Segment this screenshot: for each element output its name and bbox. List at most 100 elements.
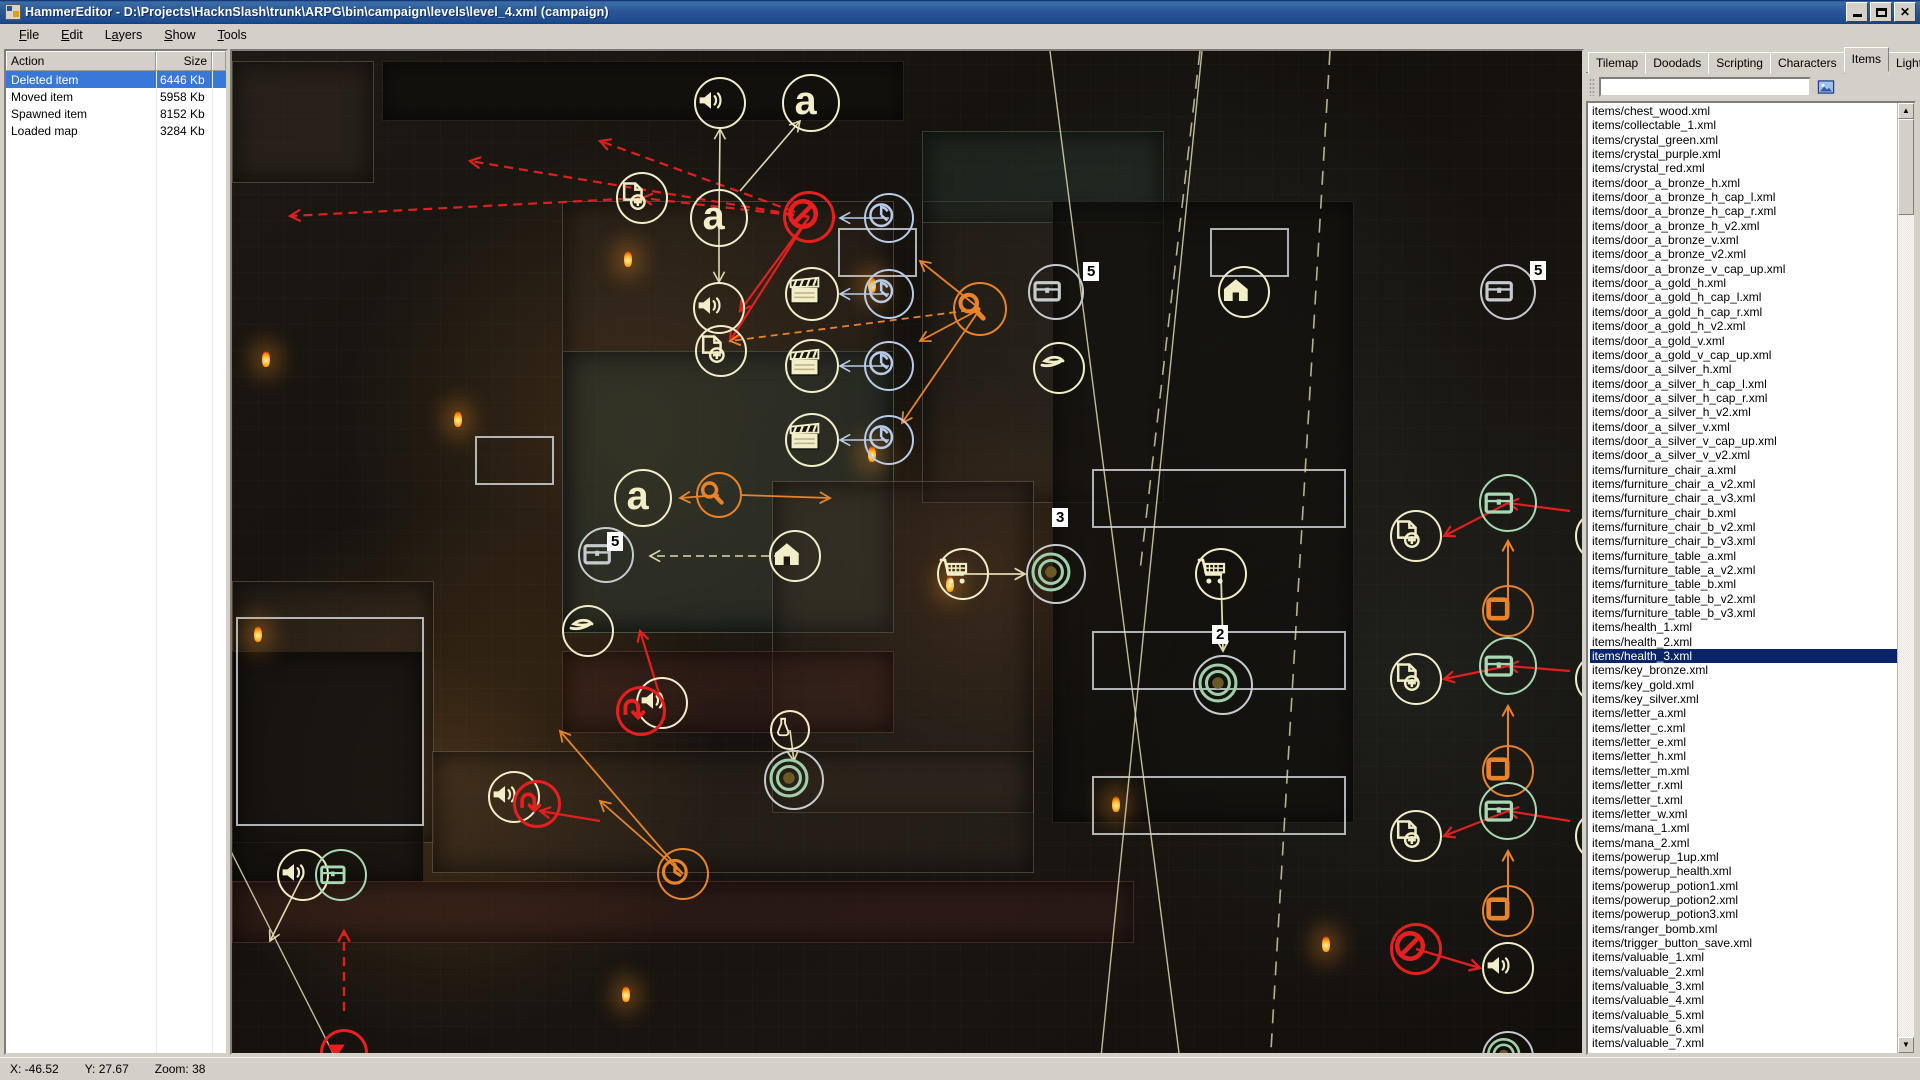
asset-list-item[interactable]: items/door_a_bronze_v2.xml (1590, 247, 1897, 261)
map-node-home[interactable] (769, 530, 821, 582)
asset-list-item[interactable]: items/letter_r.xml (1590, 778, 1897, 792)
column-header-size[interactable]: Size (156, 51, 212, 70)
asset-list-item[interactable]: items/door_a_gold_v.xml (1590, 334, 1897, 348)
asset-list-item[interactable]: items/door_a_gold_v_cap_up.xml (1590, 348, 1897, 362)
asset-list-item[interactable]: items/door_a_gold_h_v2.xml (1590, 319, 1897, 333)
map-node-chest[interactable] (315, 849, 367, 901)
map-node-clapperboard[interactable] (785, 413, 839, 467)
level-editor-viewport[interactable]: a a a 3 2 5 5 5 (230, 49, 1584, 1055)
tab-characters[interactable]: Characters (1769, 52, 1845, 74)
history-row[interactable]: Spawned item 8152 Kb (6, 105, 226, 122)
asset-list-item[interactable]: items/valuable_2.xml (1590, 965, 1897, 979)
toolbar-grip[interactable] (1589, 78, 1595, 96)
asset-list-item[interactable]: items/letter_c.xml (1590, 721, 1897, 735)
map-node-magnifier[interactable] (953, 282, 1007, 336)
map-node-timer[interactable] (864, 269, 914, 319)
asset-list-item[interactable]: items/door_a_silver_v_cap_up.xml (1590, 434, 1897, 448)
tab-lighting[interactable]: Lighting (1888, 52, 1920, 74)
asset-list-item[interactable]: items/health_3.xml (1590, 649, 1897, 664)
asset-list-item[interactable]: items/valuable_7.xml (1590, 1036, 1897, 1050)
map-node-document-add[interactable] (1390, 810, 1442, 862)
asset-list-item[interactable]: items/valuable_3.xml (1590, 979, 1897, 993)
tab-scripting[interactable]: Scripting (1708, 52, 1771, 74)
asset-list-item[interactable]: items/health_1.xml (1590, 620, 1897, 634)
asset-list-item[interactable]: items/letter_t.xml (1590, 793, 1897, 807)
asset-list-item[interactable]: items/valuable_4.xml (1590, 993, 1897, 1007)
map-node-timer[interactable] (864, 193, 914, 243)
asset-list-item[interactable]: items/mana_1.xml (1590, 821, 1897, 835)
asset-list-item[interactable]: items/furniture_table_a_v2.xml (1590, 563, 1897, 577)
asset-list-item[interactable]: items/crystal_red.xml (1590, 161, 1897, 175)
asset-list-item[interactable]: items/key_silver.xml (1590, 692, 1897, 706)
map-node-prohibition[interactable] (783, 191, 835, 243)
map-node-chest[interactable] (1479, 474, 1537, 532)
map-node-letter-a[interactable]: a (690, 189, 748, 247)
tab-items[interactable]: Items (1843, 47, 1889, 72)
asset-list-item[interactable]: items/door_a_bronze_h_cap_l.xml (1590, 190, 1897, 204)
history-row[interactable]: Loaded map 3284 Kb (6, 122, 226, 139)
asset-list-item[interactable]: items/letter_h.xml (1590, 749, 1897, 763)
asset-list-item[interactable]: items/letter_m.xml (1590, 764, 1897, 778)
asset-list-item[interactable]: items/door_a_gold_h_cap_r.xml (1590, 305, 1897, 319)
map-node-chest[interactable] (1480, 264, 1536, 320)
map-node-speaker[interactable] (694, 77, 746, 129)
minimize-button[interactable] (1846, 2, 1868, 22)
asset-list-item[interactable]: items/furniture_chair_b_v3.xml (1590, 534, 1897, 548)
map-node-clapperboard[interactable] (785, 267, 839, 321)
asset-list-item[interactable]: items/powerup_potion2.xml (1590, 893, 1897, 907)
asset-list-item[interactable]: items/powerup_health.xml (1590, 864, 1897, 878)
map-node-document-add[interactable] (1390, 510, 1442, 562)
map-node-potion[interactable] (770, 710, 810, 750)
map-node-swipe[interactable] (562, 605, 614, 657)
map-node-timer[interactable] (864, 341, 914, 391)
asset-list-item[interactable]: items/door_a_silver_h_v2.xml (1590, 405, 1897, 419)
map-node-document-add[interactable] (695, 325, 747, 377)
asset-list-item[interactable]: items/powerup_1up.xml (1590, 850, 1897, 864)
column-header-action[interactable]: Action (6, 51, 156, 70)
asset-list-item[interactable]: items/door_a_silver_v.xml (1590, 420, 1897, 434)
asset-list-item[interactable]: items/door_a_silver_v_v2.xml (1590, 448, 1897, 462)
map-node-square[interactable] (1482, 585, 1534, 637)
asset-list[interactable]: items/chest_wood.xml items/collectable_1.… (1588, 103, 1897, 1053)
asset-list-item[interactable]: items/door_a_gold_h_cap_l.xml (1590, 290, 1897, 304)
scroll-up-button[interactable]: ▲ (1898, 103, 1914, 119)
map-node-document-add[interactable] (1390, 653, 1442, 705)
asset-tabs[interactable]: Tilemap Doodads Scripting Characters Items Li… (1586, 47, 1920, 74)
asset-list-item[interactable]: items/furniture_table_b_v3.xml (1590, 606, 1897, 620)
search-input[interactable] (1601, 80, 1809, 96)
history-row[interactable]: Moved item 5958 Kb (6, 88, 226, 105)
asset-list-scrollbar[interactable]: ▲ ▼ (1897, 103, 1914, 1053)
asset-list-item[interactable]: items/letter_e.xml (1590, 735, 1897, 749)
map-node-uturn[interactable] (616, 686, 666, 736)
selection-rectangle[interactable] (236, 617, 424, 826)
asset-list-item[interactable]: items/furniture_table_b.xml (1590, 577, 1897, 591)
map-node-swipe[interactable] (1033, 342, 1085, 394)
asset-list-item[interactable]: items/furniture_chair_a_v2.xml (1590, 477, 1897, 491)
menu-file[interactable]: File (8, 26, 50, 44)
asset-list-item[interactable]: items/mana_2.xml (1590, 836, 1897, 850)
map-node-chest[interactable] (1479, 782, 1537, 840)
map-node-square[interactable] (1482, 885, 1534, 937)
asset-list-item[interactable]: items/valuable_5.xml (1590, 1008, 1897, 1022)
asset-list-item[interactable]: items/powerup_potion1.xml (1590, 879, 1897, 893)
asset-list-item[interactable]: items/crystal_purple.xml (1590, 147, 1897, 161)
map-node-letter-a[interactable]: a (614, 469, 672, 527)
map-node-clock[interactable] (657, 848, 709, 900)
asset-list-item[interactable]: items/door_a_silver_h_cap_l.xml (1590, 377, 1897, 391)
asset-list-item[interactable]: items/furniture_table_a.xml (1590, 549, 1897, 563)
asset-list-item[interactable]: items/furniture_chair_a.xml (1590, 463, 1897, 477)
map-node-chest[interactable] (1479, 637, 1537, 695)
asset-list-item[interactable]: items/valuable_6.xml (1590, 1022, 1897, 1036)
selection-rectangle[interactable] (475, 436, 554, 485)
asset-list-item[interactable]: items/door_a_silver_h_cap_r.xml (1590, 391, 1897, 405)
asset-list-item[interactable]: items/door_a_bronze_h_v2.xml (1590, 219, 1897, 233)
asset-list-item[interactable]: items/furniture_table_b_v2.xml (1590, 592, 1897, 606)
asset-list-item[interactable]: items/powerup_potion3.xml (1590, 907, 1897, 921)
map-node-clapperboard[interactable] (785, 339, 839, 393)
asset-list-item[interactable]: items/furniture_chair_b_v2.xml (1590, 520, 1897, 534)
asset-list-item[interactable]: items/key_bronze.xml (1590, 663, 1897, 677)
tab-tilemap[interactable]: Tilemap (1588, 52, 1647, 74)
asset-list-item[interactable]: items/chest_wood.xml (1590, 104, 1897, 118)
map-node-document-add[interactable] (616, 172, 668, 224)
image-browse-button[interactable] (1815, 76, 1837, 98)
